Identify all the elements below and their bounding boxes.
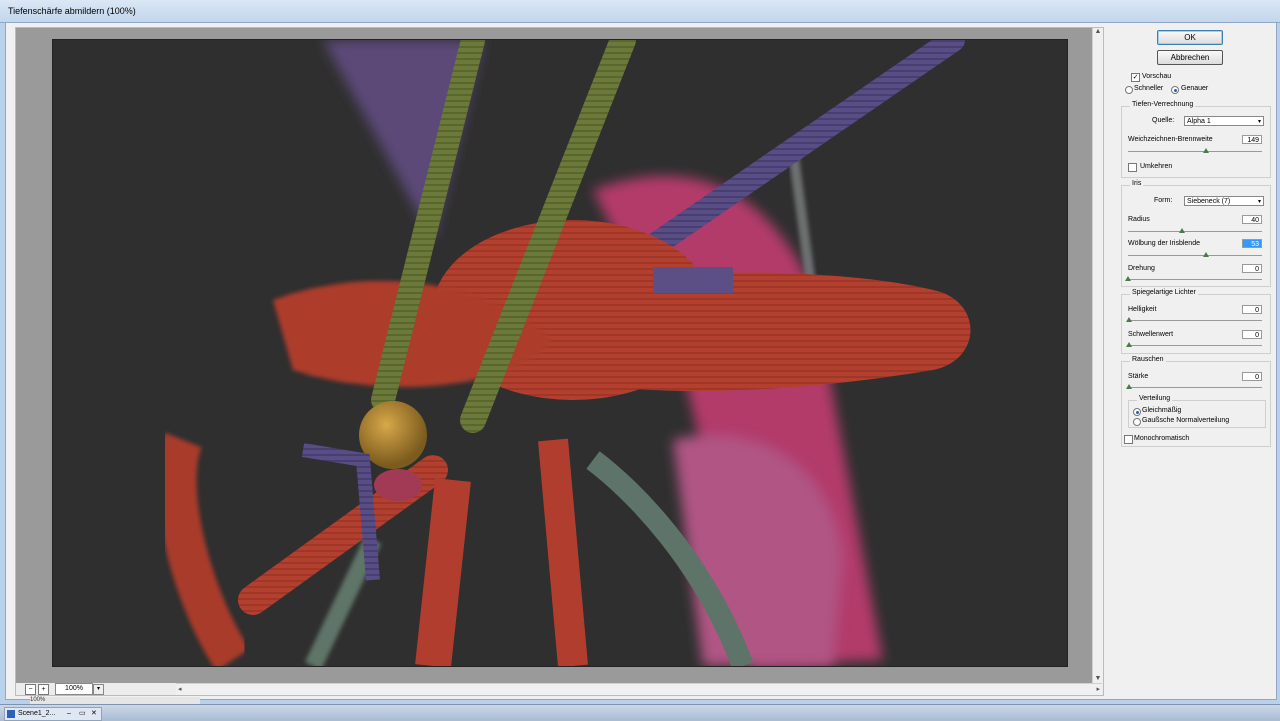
- depth-map-legend: Tiefen-Verrechnung: [1130, 101, 1196, 108]
- rotation-slider-thumb[interactable]: [1125, 276, 1131, 281]
- curvature-slider[interactable]: [1128, 255, 1262, 256]
- faster-label: Schneller: [1134, 85, 1164, 92]
- noise-legend: Rauschen: [1130, 356, 1166, 363]
- distribution-group: Verteilung Gleichmäßig Gaußsche Normalve…: [1128, 395, 1266, 428]
- status-zoom: 100%: [30, 697, 46, 703]
- iris-group: Iris Form: Siebeneck (7) ▾ Radius 40 Wölb…: [1121, 180, 1271, 287]
- shape-value: Siebeneck (7): [1187, 198, 1231, 205]
- brightness-label: Helligkeit: [1128, 306, 1157, 313]
- threshold-label: Schwellenwert: [1128, 331, 1174, 338]
- threshold-slider[interactable]: [1128, 345, 1262, 346]
- dialog-client: ▲ ▼ ◂ ▸ − + 100% ▾ OK Abbrechen ✓ Vorsch…: [5, 22, 1277, 700]
- curvature-label: Wölbung der Irisblende: [1128, 240, 1200, 247]
- monochrome-checkbox[interactable]: [1124, 435, 1133, 444]
- zoom-dropdown-icon[interactable]: ▾: [93, 684, 104, 695]
- taskbar: Scene1_2... – ▭ ✕: [0, 704, 1280, 721]
- zoom-out-button[interactable]: −: [25, 684, 36, 695]
- preview-label: Vorschau: [1142, 73, 1172, 80]
- brightness-slider[interactable]: [1128, 320, 1262, 321]
- restore-icon[interactable]: ▭: [79, 708, 86, 720]
- zoom-field[interactable]: 100%: [55, 683, 93, 695]
- depth-map-group: Tiefen-Verrechnung Quelle: Alpha 1 ▾ Weic…: [1121, 101, 1271, 178]
- amount-label: Stärke: [1128, 373, 1149, 380]
- amount-input[interactable]: 0: [1242, 372, 1262, 381]
- taskbar-item[interactable]: Scene1_2... – ▭ ✕: [4, 707, 102, 721]
- rotation-label: Drehung: [1128, 265, 1155, 272]
- shape-label: Form:: [1154, 197, 1173, 204]
- ok-button[interactable]: OK: [1157, 30, 1223, 45]
- preview-image[interactable]: [52, 39, 1068, 667]
- faster-radio[interactable]: [1125, 86, 1133, 94]
- dropdown-arrow-icon: ▾: [1257, 199, 1261, 205]
- scroll-down-arrow-icon[interactable]: ▼: [1094, 675, 1102, 683]
- more-accurate-radio[interactable]: [1171, 86, 1179, 94]
- preview-options: ✓ Vorschau Schneller Genauer: [1121, 73, 1269, 97]
- horizontal-scrollbar[interactable]: ◂ ▸: [176, 683, 1102, 695]
- invert-label: Umkehren: [1140, 163, 1173, 170]
- radius-slider[interactable]: [1128, 231, 1262, 232]
- preview-checkbox[interactable]: ✓: [1131, 73, 1140, 82]
- distribution-legend: Verteilung: [1137, 395, 1173, 402]
- preview-background: [16, 28, 1093, 683]
- gaussian-radio[interactable]: [1133, 418, 1141, 426]
- close-icon[interactable]: ✕: [91, 708, 97, 720]
- brightness-slider-thumb[interactable]: [1126, 317, 1132, 322]
- radius-label: Radius: [1128, 216, 1150, 223]
- scroll-right-arrow-icon[interactable]: ▸: [1096, 685, 1100, 693]
- settings-panel: OK Abbrechen ✓ Vorschau Schneller Genaue…: [1111, 23, 1276, 699]
- blur-focal-input[interactable]: 149: [1242, 135, 1262, 144]
- taskbar-item-label: Scene1_2...: [18, 710, 56, 717]
- amount-slider[interactable]: [1128, 387, 1262, 388]
- status-bar: 100%: [30, 697, 200, 704]
- photoshop-icon: [7, 710, 15, 718]
- shape-select[interactable]: Siebeneck (7) ▾: [1184, 196, 1264, 206]
- monochrome-label: Monochromatisch: [1134, 435, 1190, 442]
- more-accurate-label: Genauer: [1181, 85, 1209, 92]
- source-value: Alpha 1: [1187, 118, 1211, 125]
- curvature-slider-thumb[interactable]: [1202, 252, 1209, 257]
- threshold-input[interactable]: 0: [1242, 330, 1262, 339]
- insect-render-image: [53, 40, 1067, 666]
- radius-slider-thumb[interactable]: [1178, 228, 1185, 233]
- vertical-scrollbar[interactable]: ▲ ▼: [1092, 28, 1103, 683]
- amount-slider-thumb[interactable]: [1126, 384, 1132, 389]
- brightness-input[interactable]: 0: [1242, 305, 1262, 314]
- blur-focal-slider[interactable]: [1128, 151, 1262, 152]
- blur-focal-label: Weichzeichnen-Brennweite: [1128, 136, 1213, 143]
- filter-dialog-window: Tiefenschärfe abmildern (100%) ▲ ▼ ◂ ▸ −…: [0, 0, 1280, 704]
- zoom-in-button[interactable]: +: [38, 684, 49, 695]
- radius-input[interactable]: 40: [1242, 215, 1262, 224]
- window-title: Tiefenschärfe abmildern (100%): [8, 6, 136, 16]
- rotation-input[interactable]: 0: [1242, 264, 1262, 273]
- preview-area: ▲ ▼ ◂ ▸ − + 100% ▾: [15, 27, 1104, 696]
- gaussian-label: Gaußsche Normalverteilung: [1142, 417, 1230, 424]
- scroll-up-arrow-icon[interactable]: ▲: [1094, 28, 1102, 36]
- cancel-button[interactable]: Abbrechen: [1157, 50, 1223, 65]
- specular-legend: Spiegelartige Lichter: [1130, 289, 1198, 296]
- blur-focal-slider-thumb[interactable]: [1202, 148, 1209, 153]
- rotation-slider[interactable]: [1128, 279, 1262, 280]
- title-bar[interactable]: Tiefenschärfe abmildern (100%): [0, 0, 1280, 23]
- threshold-slider-thumb[interactable]: [1126, 342, 1132, 347]
- source-label: Quelle:: [1152, 117, 1175, 124]
- curvature-input[interactable]: 53: [1242, 239, 1262, 248]
- noise-group: Rauschen Stärke 0 Verteilung Gleichmäßig…: [1121, 356, 1271, 447]
- specular-group: Spiegelartige Lichter Helligkeit 0 Schwe…: [1121, 289, 1271, 354]
- uniform-label: Gleichmäßig: [1142, 407, 1182, 414]
- scroll-left-arrow-icon[interactable]: ◂: [178, 685, 182, 693]
- uniform-radio[interactable]: [1133, 408, 1141, 416]
- invert-checkbox[interactable]: [1128, 163, 1137, 172]
- dropdown-arrow-icon: ▾: [1257, 119, 1261, 125]
- iris-legend: Iris: [1130, 180, 1144, 187]
- minimize-icon[interactable]: –: [67, 708, 71, 720]
- source-select[interactable]: Alpha 1 ▾: [1184, 116, 1264, 126]
